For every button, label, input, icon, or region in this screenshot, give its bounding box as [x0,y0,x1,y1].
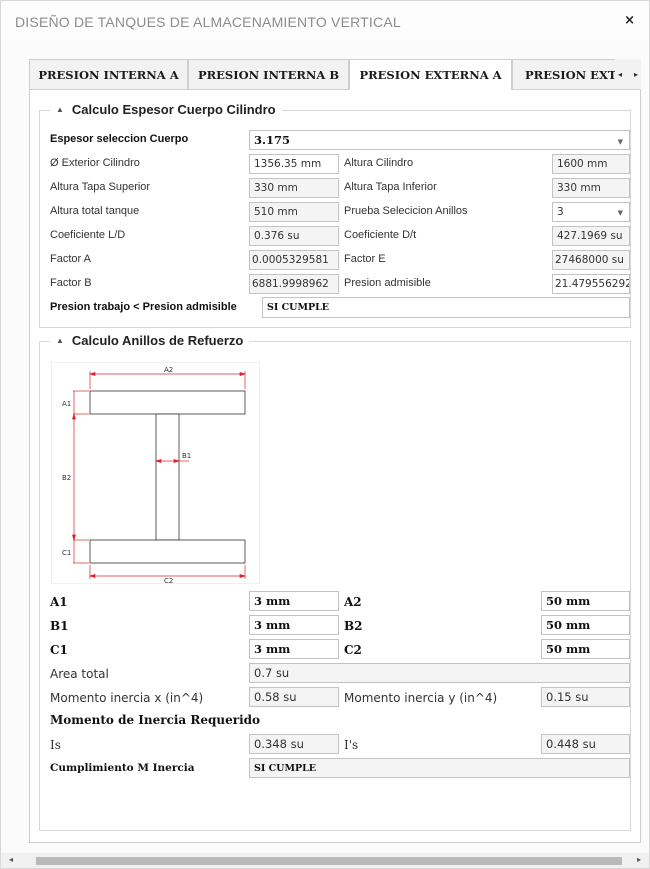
collapse-caret-icon: ▲ [56,105,64,114]
exterior-label: Ø Exterior Cilindro [50,157,140,169]
c1-label: C1 [50,643,68,657]
title-bar: DISEÑO DE TANQUES DE ALMACENAMIENTO VERT… [1,1,649,41]
b1-input[interactable]: 3 mm [249,615,339,635]
coef-dt-label: Coeficiente D/t [344,229,417,241]
tapa-superior-field: 330 mm [249,178,339,198]
tab-presion-interna-a[interactable]: PRESION INTERNA A [29,59,188,89]
group-calculo-espesor: ▲ Calculo Espesor Cuerpo Cilindro Espeso… [39,102,631,328]
factor-e-label: Factor E [344,253,386,265]
collapse-caret-icon: ▲ [56,336,64,345]
anillos-select-value: 3 [557,206,564,218]
momento-x-field: 0.58 su [249,687,339,707]
tapa-inferior-label: Altura Tapa Inferior [344,181,437,193]
presion-check-label: Presion trabajo < Presion admisible [50,301,237,313]
dim-label-b2: B2 [62,474,71,482]
anillos-label: Prueba Selecicion Anillos [344,205,468,217]
scroll-right-icon[interactable]: ▸ [637,855,641,864]
tapa-superior-label: Altura Tapa Superior [50,181,151,193]
altura-cilindro-label: Altura Cilindro [344,157,414,169]
ibeam-bottom-flange [89,539,246,564]
coef-dt-field: 427.1969 su [552,226,630,246]
group-title-espesor: Calculo Espesor Cuerpo Cilindro [71,102,276,117]
app-window: DISEÑO DE TANQUES DE ALMACENAMIENTO VERT… [0,0,650,869]
dim-label-c2: C2 [164,577,173,584]
a2-input[interactable]: 50 mm [541,591,630,611]
tab-scroll-left-icon[interactable]: ◂ [618,70,622,79]
espesor-label: Espesor seleccion Cuerpo [50,133,189,145]
espesor-select[interactable]: 3.175 ▼ [249,130,630,150]
momento-requerido-heading: Momento de Inercia Requerido [50,713,261,727]
ibeam-section-diagram: A2 A1 B1 B2 C1 C2 [51,362,260,584]
group-header-anillos[interactable]: ▲ Calculo Anillos de Refuerzo [50,333,250,348]
tab-scroll-nav: ◂ ▸ [615,59,641,89]
dim-label-c1: C1 [62,549,71,557]
scroll-thumb[interactable] [36,857,622,865]
is-prime-label: I's [344,738,359,752]
scroll-left-icon[interactable]: ◂ [9,855,13,864]
coef-ld-label: Coeficiente L/D [50,229,126,241]
tab-scroll-right-icon[interactable]: ▸ [634,70,638,79]
group-calculo-anillos: ▲ Calculo Anillos de Refuerzo A2 A1 B1 B… [39,333,631,831]
dim-label-b1: B1 [182,452,191,460]
a1-label: A1 [50,595,68,609]
cumplimiento-label: Cumplimiento M Inercia [50,762,195,774]
b2-label: B2 [344,619,363,633]
chevron-down-icon: ▼ [617,137,623,146]
group-title-anillos: Calculo Anillos de Refuerzo [71,333,244,348]
anillos-select[interactable]: 3 ▼ [552,202,630,222]
dim-label-a2: A2 [164,366,173,374]
is-label: Is [50,738,61,752]
altura-total-field: 510 mm [249,202,339,222]
ibeam-web [155,413,180,541]
momento-y-field: 0.15 su [541,687,630,707]
is-field: 0.348 su [249,734,339,754]
c2-label: C2 [344,643,362,657]
b2-input[interactable]: 50 mm [541,615,630,635]
tab-content-panel: ▲ Calculo Espesor Cuerpo Cilindro Espeso… [29,89,641,843]
b1-label: B1 [50,619,69,633]
close-icon[interactable]: × [624,13,635,28]
momento-y-label: Momento inercia y (in^4) [344,691,498,705]
presion-check-field: SI CUMPLE [262,297,630,318]
factor-b-field: 6881.9998962 [249,274,339,294]
area-total-field: 0.7 su [249,663,630,683]
presion-admisible-field[interactable]: 21.479556292 [552,274,630,294]
altura-total-label: Altura total tanque [50,205,140,217]
coef-ld-field: 0.376 su [249,226,339,246]
factor-e-field: 27468000 su [552,250,630,270]
ibeam-top-flange [89,390,246,415]
c1-input[interactable]: 3 mm [249,639,339,659]
chevron-down-icon: ▼ [617,209,623,217]
window-title: DISEÑO DE TANQUES DE ALMACENAMIENTO VERT… [15,14,401,30]
altura-cilindro-field: 1600 mm [552,154,630,174]
cumplimiento-field: SI CUMPLE [249,758,630,778]
a2-label: A2 [344,595,362,609]
dim-label-a1: A1 [62,400,71,408]
presion-admisible-label: Presion admisible [344,277,431,289]
area-total-label: Area total [50,667,109,681]
tab-presion-externa-a[interactable]: PRESION EXTERNA A [349,59,512,90]
horizontal-scrollbar[interactable]: ◂ ▸ [1,853,649,868]
group-header-espesor[interactable]: ▲ Calculo Espesor Cuerpo Cilindro [50,102,282,117]
exterior-field[interactable]: 1356.35 mm [249,154,339,174]
a1-input[interactable]: 3 mm [249,591,339,611]
factor-b-label: Factor B [50,277,92,289]
tab-presion-interna-b[interactable]: PRESION INTERNA B [188,59,349,89]
tab-presion-externa-b[interactable]: PRESION EXTERNA B [512,59,622,89]
espesor-select-value: 3.175 [254,133,291,147]
is-prime-field: 0.448 su [541,734,630,754]
tapa-inferior-field: 330 mm [552,178,630,198]
factor-a-field: 0.0005329581 [249,250,339,270]
factor-a-label: Factor A [50,253,91,265]
tab-strip: PRESION INTERNA A PRESION INTERNA B PRES… [29,59,641,90]
momento-x-label: Momento inercia x (in^4) [50,691,204,705]
c2-input[interactable]: 50 mm [541,639,630,659]
